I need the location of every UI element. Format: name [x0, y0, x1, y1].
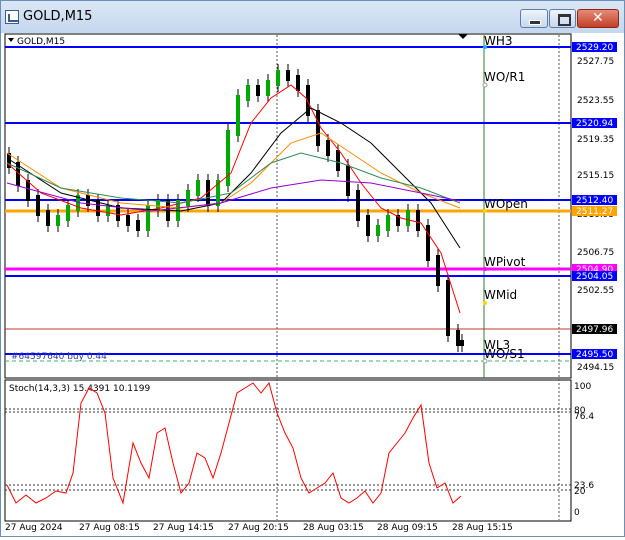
candle-body — [256, 85, 260, 96]
wpivot-label: WPivot — [484, 255, 526, 269]
window-title: GOLD,M15 — [23, 9, 93, 24]
price-chart-svg[interactable]: GOLD,M15 #64597640 buy 0.44 WH3 WO/R1 WO… — [1, 33, 624, 536]
candle-body — [376, 225, 380, 236]
time-tick: 27 Aug 14:15 — [153, 523, 214, 533]
price-tick: 2494.15 — [577, 363, 614, 373]
price-tick: 2502.55 — [577, 286, 614, 296]
candle-body — [416, 210, 420, 231]
title-bar[interactable]: GOLD,M15 — [1, 1, 624, 33]
candle-body — [436, 255, 440, 286]
candle-body — [336, 150, 340, 171]
chart-window: GOLD,M15 GOLD,M15 — [0, 0, 625, 537]
candle-body — [66, 205, 70, 221]
orange-price-tag-text: 2511.27 — [576, 207, 613, 217]
candle-body — [326, 140, 330, 156]
stoch-axis: 100 80 76.4 23.6 20 0 — [574, 382, 594, 518]
candle-body — [446, 280, 450, 336]
candle-body — [386, 215, 390, 231]
candle-body — [196, 180, 200, 196]
chart-area[interactable]: GOLD,M15 #64597640 buy 0.44 WH3 WO/R1 WO… — [1, 33, 624, 536]
time-tick: 27 Aug 2024 — [5, 523, 63, 533]
wo-s1-label: WO/S1 — [484, 347, 525, 361]
candle-body — [246, 85, 250, 101]
s1-price-tag-text: 2495.50 — [576, 350, 613, 360]
price-tick: 2523.55 — [577, 96, 614, 106]
wopen-label: WOpen — [484, 197, 528, 211]
candle-body — [276, 70, 280, 86]
candle-body — [356, 190, 360, 221]
candle-body — [456, 330, 460, 346]
chart-window-icon — [5, 10, 19, 24]
price-tick: 2519.35 — [577, 135, 614, 145]
stoch-tick: 20 — [574, 487, 586, 497]
wh3-label: WH3 — [484, 34, 513, 48]
stoch-tick: 76.4 — [574, 412, 594, 422]
stochastic-panel — [4, 379, 572, 522]
wo-r1-label: WO/R1 — [484, 70, 525, 84]
wmid-label: WMid — [484, 288, 517, 302]
candle-body — [346, 165, 350, 196]
time-tick: 28 Aug 03:15 — [303, 523, 364, 533]
stoch-tick: 0 — [574, 508, 580, 518]
wopen-price-tag-text: 2512.40 — [576, 196, 613, 206]
candle-body — [406, 210, 410, 226]
chart-symbol-label: GOLD,M15 — [17, 37, 65, 47]
candle-body — [236, 95, 240, 136]
candle-body — [226, 130, 230, 186]
candle-body — [316, 110, 320, 146]
maximize-button[interactable] — [549, 9, 576, 28]
wh3-price-tag-text: 2529.20 — [576, 43, 613, 53]
order-line-label: #64597640 buy 0.44 — [11, 352, 107, 362]
time-tick: 28 Aug 15:15 — [452, 523, 513, 533]
minimize-button[interactable] — [520, 9, 548, 28]
candle-body — [426, 225, 430, 261]
wpivot2-price-tag-text: 2504.05 — [576, 272, 613, 282]
price-axis: 2527.75 2523.55 2519.35 2515.15 2510.95 … — [572, 42, 617, 373]
bid-price-tag-text: 2497.96 — [576, 325, 613, 335]
candle-body — [126, 215, 130, 226]
price-tick: 2527.75 — [577, 57, 614, 67]
candle-body — [186, 190, 190, 206]
candle-body — [286, 70, 290, 81]
candle-body — [36, 195, 40, 216]
price-tick: 2515.15 — [577, 171, 614, 181]
candle-body — [296, 75, 300, 91]
price-tick: 2506.75 — [577, 248, 614, 258]
candle-body — [46, 210, 50, 226]
time-tick: 28 Aug 09:15 — [377, 523, 438, 533]
candle-body — [136, 220, 140, 231]
time-tick: 27 Aug 08:15 — [79, 523, 140, 533]
candle-body — [266, 80, 270, 96]
time-tick: 27 Aug 20:15 — [228, 523, 289, 533]
candle-body — [460, 340, 464, 346]
candle-body — [366, 215, 370, 236]
close-button[interactable] — [577, 9, 619, 28]
stoch-label: Stoch(14,3,3) 15.4391 10.1199 — [9, 384, 150, 394]
candle-body — [56, 215, 60, 226]
time-axis: 27 Aug 2024 27 Aug 08:15 27 Aug 14:15 27… — [5, 523, 513, 533]
r1-price-tag-text: 2520.94 — [576, 119, 613, 129]
stoch-tick: 100 — [574, 382, 591, 392]
